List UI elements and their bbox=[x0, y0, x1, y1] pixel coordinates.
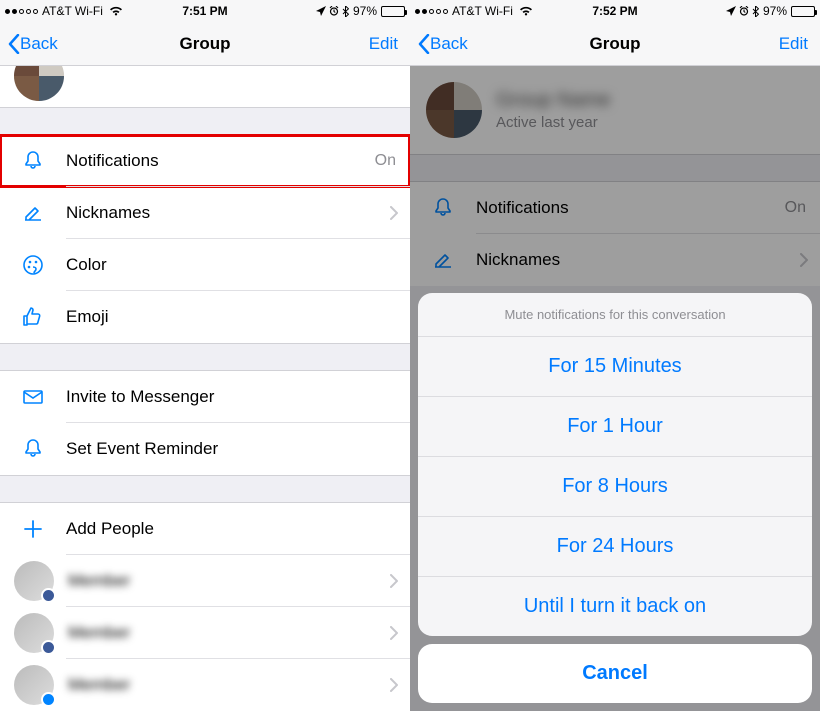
member-row[interactable]: Member bbox=[0, 659, 410, 711]
bell-icon bbox=[18, 437, 48, 461]
chevron-right-icon bbox=[390, 574, 398, 588]
sheet-title: Mute notifications for this conversation bbox=[418, 293, 812, 337]
addpeople-row[interactable]: Add People bbox=[0, 503, 410, 555]
member-name: Member bbox=[68, 571, 390, 591]
left-screenshot: AT&T Wi-Fi 7:51 PM 97% Back Group Edit bbox=[0, 0, 410, 711]
member-row[interactable]: Member bbox=[0, 607, 410, 659]
chevron-right-icon bbox=[390, 626, 398, 640]
notifications-label: Notifications bbox=[66, 151, 375, 171]
battery-icon bbox=[381, 6, 405, 17]
reminder-label: Set Event Reminder bbox=[66, 439, 410, 459]
battery-icon bbox=[791, 6, 815, 17]
nav-bar: Back Group Edit bbox=[0, 22, 410, 66]
invite-row[interactable]: Invite to Messenger bbox=[0, 371, 410, 423]
envelope-icon bbox=[18, 385, 48, 409]
nav-title: Group bbox=[0, 34, 410, 54]
mute-option-15min[interactable]: For 15 Minutes bbox=[418, 337, 812, 397]
cancel-button[interactable]: Cancel bbox=[418, 644, 812, 703]
member-name: Member bbox=[68, 675, 390, 695]
member-name: Member bbox=[68, 623, 390, 643]
notifications-row[interactable]: Notifications On bbox=[0, 135, 410, 187]
status-bar: AT&T Wi-Fi 7:52 PM 97% bbox=[410, 0, 820, 22]
emoji-row[interactable]: Emoji bbox=[0, 291, 410, 343]
nicknames-row[interactable]: Nicknames bbox=[0, 187, 410, 239]
addpeople-label: Add People bbox=[66, 519, 410, 539]
action-sheet: Mute notifications for this conversation… bbox=[418, 293, 812, 636]
status-bar: AT&T Wi-Fi 7:51 PM 97% bbox=[0, 0, 410, 22]
nav-title: Group bbox=[410, 34, 820, 54]
mute-option-untiloff[interactable]: Until I turn it back on bbox=[418, 577, 812, 636]
emoji-label: Emoji bbox=[66, 307, 410, 327]
thumbsup-icon bbox=[18, 305, 48, 329]
notifications-value: On bbox=[375, 152, 396, 170]
nicknames-label: Nicknames bbox=[66, 203, 390, 223]
palette-icon bbox=[18, 253, 48, 277]
status-time: 7:51 PM bbox=[0, 4, 410, 18]
avatar bbox=[14, 613, 54, 653]
mute-option-1hour[interactable]: For 1 Hour bbox=[418, 397, 812, 457]
action-sheet-overlay: Mute notifications for this conversation… bbox=[410, 66, 820, 711]
color-row[interactable]: Color bbox=[0, 239, 410, 291]
group-avatar bbox=[14, 66, 64, 101]
chevron-right-icon bbox=[390, 206, 398, 220]
invite-label: Invite to Messenger bbox=[66, 387, 410, 407]
nav-bar: Back Group Edit bbox=[410, 22, 820, 66]
color-label: Color bbox=[66, 255, 410, 275]
member-row[interactable]: Member bbox=[0, 555, 410, 607]
pencil-icon bbox=[18, 202, 48, 224]
avatar bbox=[14, 561, 54, 601]
status-time: 7:52 PM bbox=[410, 4, 820, 18]
bell-icon bbox=[18, 149, 48, 173]
mute-option-24hours[interactable]: For 24 Hours bbox=[418, 517, 812, 577]
mute-option-8hours[interactable]: For 8 Hours bbox=[418, 457, 812, 517]
plus-icon bbox=[18, 518, 48, 540]
chevron-right-icon bbox=[390, 678, 398, 692]
avatar bbox=[14, 665, 54, 705]
reminder-row[interactable]: Set Event Reminder bbox=[0, 423, 410, 475]
right-screenshot: AT&T Wi-Fi 7:52 PM 97% Back Group Edit bbox=[410, 0, 820, 711]
